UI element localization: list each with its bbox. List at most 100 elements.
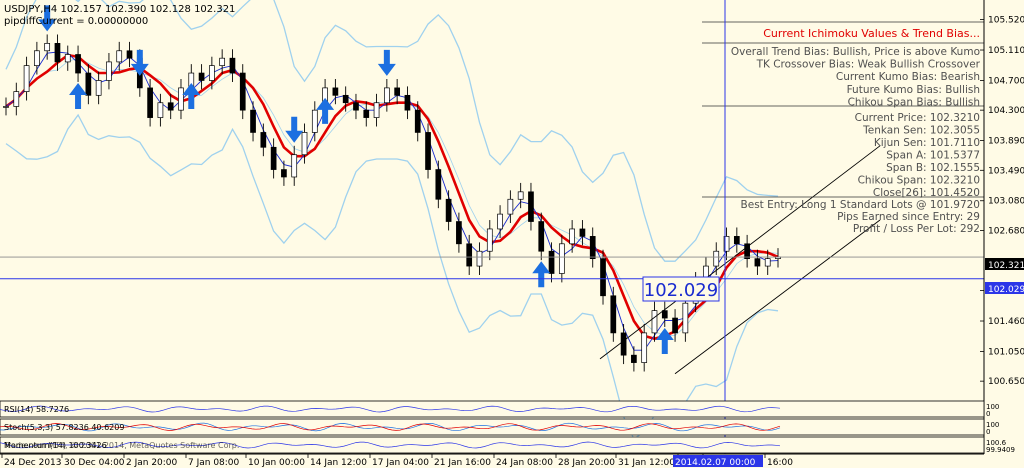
candle-body: [404, 94, 411, 111]
y-tick-label: 104.300: [988, 106, 1024, 116]
info-line: Pips Earned since Entry: 29: [837, 211, 980, 223]
candle-body: [260, 132, 267, 148]
candle-body: [641, 332, 648, 363]
candle-body: [281, 169, 287, 178]
stoch-label: Stoch(5,3,3) 57.8236 40.6209: [4, 423, 124, 432]
time-axis: 24 Dec 2013 30 Dec 04:00 2 Jan 20:00 7 Jan …: [0, 453, 984, 468]
candle-body: [270, 146, 277, 170]
x-tick-label: 16:00: [767, 458, 793, 468]
candle-body: [497, 213, 503, 230]
x-tick-label: 21 Jan 16:00: [434, 458, 491, 468]
candle-body: [569, 228, 575, 245]
candle-body: [178, 87, 184, 111]
info-line: Profit / Loss Per Lot: 292: [853, 223, 980, 235]
candle-body: [332, 87, 339, 96]
candle-body: [373, 102, 380, 118]
candle-body: [548, 250, 555, 274]
x-tick-label: 14 Jan 12:00: [310, 458, 367, 468]
candle-body: [620, 332, 627, 356]
candle-body: [311, 109, 318, 133]
price-chart[interactable]: USDJPY,H4 102.157 102.390 102.128 102.32…: [0, 0, 1024, 468]
info-line: Chikou Span: 102.3210: [858, 175, 980, 187]
x-tick-label: 7 Jan 08:00: [188, 458, 240, 468]
info-title: Current Ichimoku Values & Trend Bias...: [763, 27, 980, 40]
y-tick-label: 102.680: [988, 226, 1024, 236]
candle-body: [456, 221, 462, 245]
candle-body: [353, 102, 359, 111]
y-tick-label: 103.890: [988, 137, 1024, 147]
entry-price-marker[interactable]: 102.029: [642, 276, 720, 302]
candle-body: [85, 72, 92, 96]
candle-body: [631, 354, 637, 363]
y-tick-label: 101.460: [988, 317, 1024, 327]
x-tick-label: 31 Jan 12:00: [618, 458, 675, 468]
candle-body: [126, 50, 133, 59]
candle-body: [579, 228, 586, 237]
info-line: Chikou Span Bias: Bullish: [848, 96, 980, 108]
y-tick-label: 103.490: [988, 166, 1024, 176]
candle-body: [764, 258, 771, 267]
candle-body: [733, 236, 740, 245]
candle-body: [64, 54, 71, 63]
candle-body: [682, 302, 689, 334]
candle-body: [34, 50, 40, 66]
candle-body: [116, 50, 123, 63]
candle-body: [507, 198, 514, 215]
candle-body: [600, 258, 606, 297]
candle-body: [538, 221, 545, 252]
rsi-scale-bottom: 0: [986, 410, 990, 418]
candle-body: [651, 310, 658, 334]
candle-body: [610, 295, 617, 334]
candle-body: [250, 109, 256, 133]
candle-body: [301, 132, 308, 156]
y-tick-label: 103.080: [988, 197, 1024, 207]
candle-body: [95, 80, 102, 96]
info-line: Future Kumo Bias: Bullish: [847, 84, 980, 96]
info-line: Span B: 102.1555: [886, 162, 980, 174]
info-line: Span A: 101.5377: [886, 150, 980, 162]
y-tick-label: 101.050: [988, 347, 1024, 357]
candle-body: [167, 102, 174, 111]
candle-body: [466, 243, 473, 267]
symbol-header: USDJPY,H4 102.157 102.390 102.128 102.32…: [4, 4, 235, 15]
entry-price-tag-text: 102.029: [988, 285, 1024, 295]
entry-price-text: 102.029: [644, 280, 718, 301]
candle-body: [291, 154, 298, 178]
x-tick-label: 17 Jan 04:00: [372, 458, 429, 468]
x-tick-label: 2014.02.07 00:00: [675, 458, 756, 468]
y-tick-label: 100.650: [988, 377, 1024, 387]
info-line: Best Entry: Long 1 Standard Lots @ 101.9…: [741, 199, 980, 211]
x-tick-label: 24 Dec 2013: [4, 458, 62, 468]
rsi-label: RSI(14) 58.7276: [4, 405, 69, 414]
candle-body: [589, 236, 596, 260]
candle-body: [229, 57, 236, 74]
candle-body: [517, 191, 524, 200]
candle-body: [754, 258, 761, 267]
candle-body: [445, 198, 452, 222]
candle-body: [384, 87, 390, 104]
candle-body: [23, 65, 30, 92]
copyright-text: Trade.com MT4, © 2001-2014, MetaQuotes S…: [3, 441, 239, 450]
x-tick-label: 2 Jan 20:00: [126, 458, 178, 468]
stoch-scale-bottom: 0: [986, 428, 990, 436]
candle-body: [75, 54, 81, 74]
info-line: TK Crossover Bias: Weak Bullish Crossove…: [756, 59, 981, 71]
rsi-panel[interactable]: [0, 400, 985, 418]
candle-body: [106, 61, 112, 81]
candle-body: [672, 317, 678, 334]
candle-body: [54, 42, 61, 63]
candle-body: [209, 65, 215, 81]
candle-body: [363, 109, 370, 118]
candle-body: [476, 250, 483, 267]
candle-body: [661, 310, 668, 319]
current-price-tag-text: 102.321: [988, 261, 1024, 271]
candle-body: [13, 91, 20, 107]
momentum-scale-bottom: 99.9409: [986, 446, 1015, 454]
chart-window: USDJPY,H4 102.157 102.390 102.128 102.32…: [0, 0, 1024, 468]
candle-body: [528, 191, 534, 222]
info-line: Current Kumo Bias: Bearish: [836, 71, 980, 83]
indicator-subpanels: RSI(14) 58.7276 Stoch(5,3,3) 57.8236 40.…: [0, 400, 1015, 454]
candle-body: [414, 109, 421, 133]
info-line: Kijun Sen: 101.7110: [874, 137, 980, 149]
x-tick-label: 28 Jan 20:00: [558, 458, 615, 468]
